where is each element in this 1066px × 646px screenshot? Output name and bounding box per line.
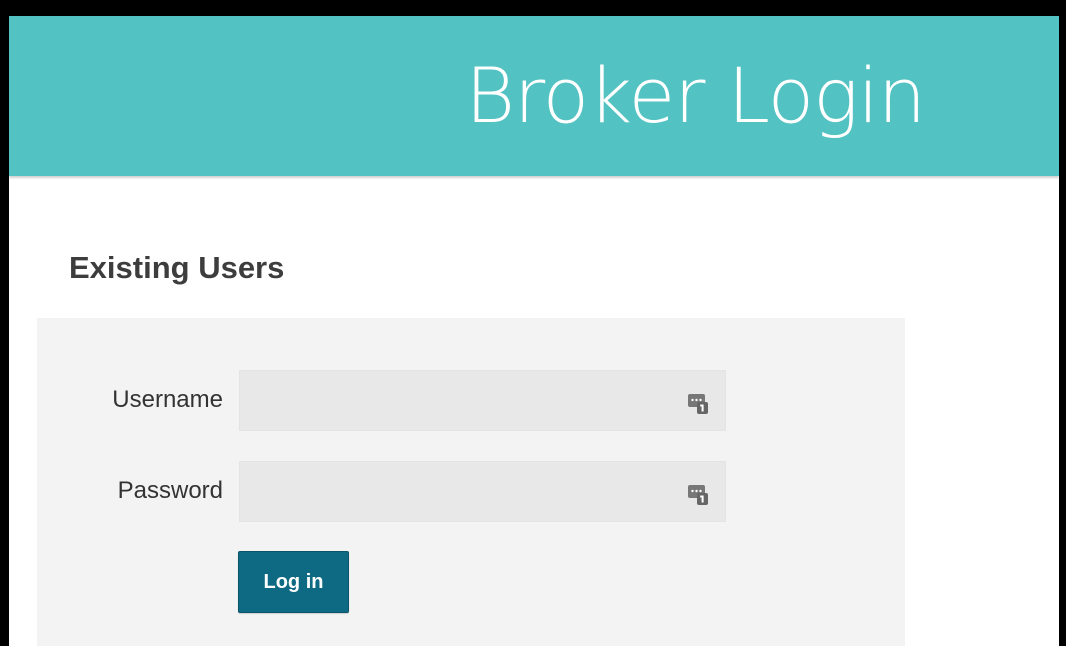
password-field[interactable] (239, 461, 726, 522)
login-button[interactable]: Log in (238, 551, 349, 613)
login-form: Username Password Log in (37, 318, 905, 646)
login-page: Broker Login Existing Users Username Pas… (9, 16, 1059, 646)
page-header: Broker Login (9, 16, 1059, 176)
username-field[interactable] (239, 370, 726, 431)
page-title: Broker Login (465, 51, 926, 140)
password-label: Password (117, 477, 223, 504)
password-manager-icon[interactable] (688, 392, 708, 414)
screenshot-frame: Broker Login Existing Users Username Pas… (0, 0, 1066, 646)
password-manager-icon[interactable] (688, 483, 708, 505)
username-label: Username (112, 386, 223, 413)
section-title: Existing Users (69, 250, 285, 285)
